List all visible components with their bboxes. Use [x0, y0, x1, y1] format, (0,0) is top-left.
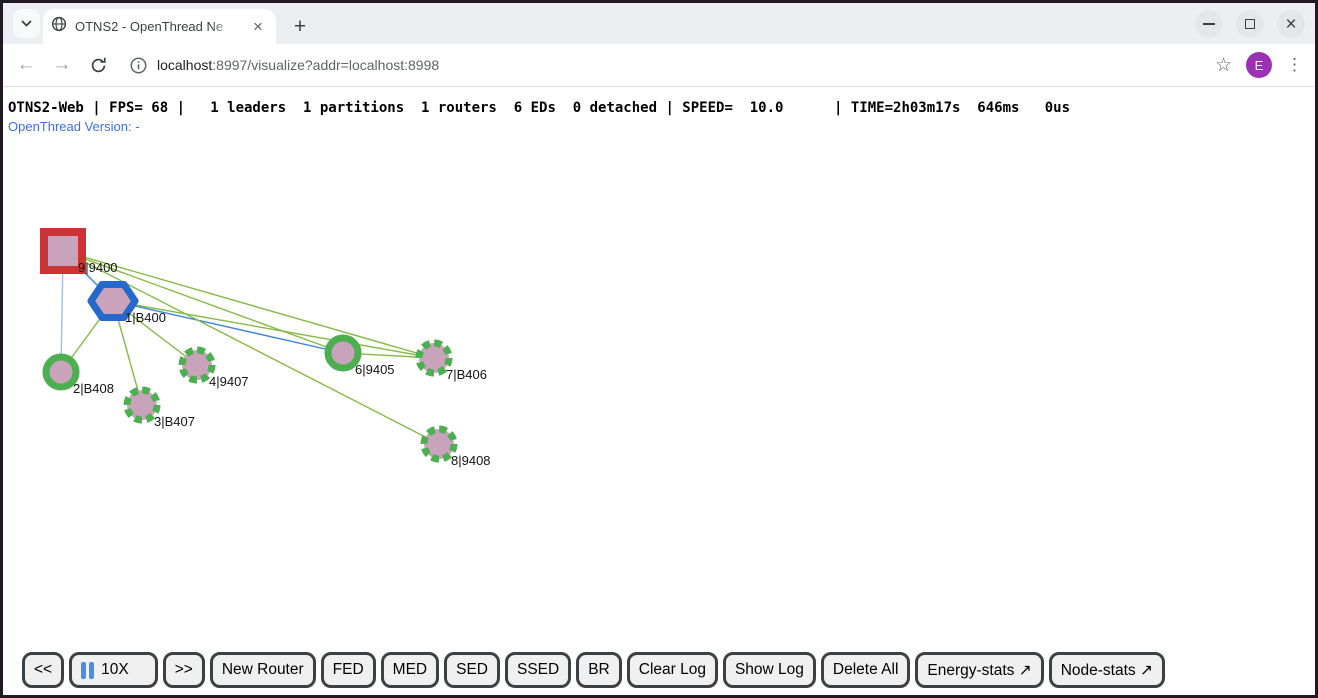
- toolbar-button-label: Clear Log: [639, 661, 706, 679]
- node-1[interactable]: [91, 285, 135, 318]
- toolbar-button-label: FED: [333, 661, 364, 679]
- url-text[interactable]: localhost:8997/visualize?addr=localhost:…: [157, 57, 439, 73]
- reload-icon: [89, 56, 108, 75]
- back-button[interactable]: ←: [9, 48, 43, 82]
- toolbar-button-step-forward[interactable]: >>: [163, 652, 205, 688]
- toolbar-button-label: Energy-stats ↗: [927, 661, 1031, 680]
- toolbar-button-show-log[interactable]: Show Log: [723, 652, 816, 688]
- toolbar-button-label: Node-stats ↗: [1061, 661, 1153, 680]
- close-icon: ×: [1285, 15, 1296, 34]
- url-path: :8997/visualize?addr=localhost:8998: [212, 57, 439, 73]
- toolbar-button-energy-stats[interactable]: Energy-stats ↗: [915, 652, 1043, 688]
- node-9[interactable]: [44, 232, 82, 270]
- page-info-icon[interactable]: [129, 56, 148, 75]
- forward-button[interactable]: →: [45, 48, 79, 82]
- toolbar-button-label: 10X: [101, 661, 129, 679]
- toolbar-button-delete-all[interactable]: Delete All: [821, 652, 910, 688]
- toolbar-button-label: >>: [175, 661, 193, 679]
- action-toolbar: << 10X >> New Router FED MED SED SSED BR Clear Lo…: [22, 652, 1165, 688]
- toolbar-button-new-router[interactable]: New Router: [210, 652, 316, 688]
- node-label-2: 2|B408: [73, 381, 114, 396]
- toolbar-button-br[interactable]: BR: [576, 652, 622, 688]
- node-label-6: 6|9405: [355, 362, 395, 377]
- new-tab-button[interactable]: +: [286, 13, 314, 41]
- tab-title: OTNS2 - OpenThread Ne: [75, 19, 235, 34]
- toolbar-button-label: SED: [456, 661, 488, 679]
- node-label-3: 3|B407: [154, 414, 195, 429]
- toolbar-button-label: BR: [588, 661, 610, 679]
- node-label-4: 4|9407: [209, 374, 249, 389]
- link-9-8: [63, 251, 439, 444]
- tab-search-button[interactable]: [13, 9, 40, 38]
- browser-tab[interactable]: OTNS2 - OpenThread Ne ×: [43, 9, 276, 44]
- simulation-status-line: OTNS2-Web | FPS= 68 | 1 leaders 1 partit…: [8, 100, 1070, 116]
- tab-strip: OTNS2 - OpenThread Ne × + ×: [3, 3, 1315, 44]
- url-host: localhost: [157, 57, 212, 73]
- browser-menu-icon[interactable]: ⋮: [1286, 55, 1303, 75]
- node-4[interactable]: [182, 350, 212, 380]
- toolbar-button-label: Show Log: [735, 661, 804, 679]
- address-bar[interactable]: localhost:8997/visualize?addr=localhost:…: [129, 56, 1215, 75]
- openthread-version-label: OpenThread Version: -: [8, 119, 140, 134]
- toolbar-button-node-stats[interactable]: Node-stats ↗: [1049, 652, 1165, 688]
- window-controls: ×: [1195, 10, 1305, 38]
- toolbar-button-sed[interactable]: SED: [444, 652, 500, 688]
- node-label-7: 7|B406: [446, 367, 487, 382]
- reload-button[interactable]: [81, 48, 115, 82]
- toolbar-button-med[interactable]: MED: [381, 652, 439, 688]
- profile-avatar[interactable]: E: [1246, 52, 1272, 78]
- link-1-6: [113, 301, 343, 353]
- toolbar-button-speed[interactable]: 10X: [69, 652, 158, 688]
- globe-favicon-icon: [51, 16, 67, 37]
- maximize-button[interactable]: [1236, 10, 1264, 38]
- network-canvas[interactable]: 9|94001|B4002|B4083|B4074|94076|94057|B4…: [3, 87, 1315, 695]
- pause-icon: [81, 662, 94, 679]
- tab-close-icon[interactable]: ×: [248, 17, 268, 37]
- browser-navbar: ← → localhost:8997/visualize?addr=localh…: [3, 44, 1315, 87]
- toolbar-button-clear-log[interactable]: Clear Log: [627, 652, 718, 688]
- node-label-8: 8|9408: [451, 453, 491, 468]
- minimize-icon: [1203, 23, 1215, 25]
- maximize-icon: [1245, 19, 1255, 29]
- node-3[interactable]: [127, 390, 157, 420]
- node-7[interactable]: [419, 343, 449, 373]
- toolbar-button-ssed[interactable]: SSED: [505, 652, 571, 688]
- close-button[interactable]: ×: [1277, 10, 1305, 38]
- bookmark-star-icon[interactable]: ☆: [1215, 54, 1232, 77]
- toolbar-button-label: <<: [34, 661, 52, 679]
- toolbar-button-step-back[interactable]: <<: [22, 652, 64, 688]
- toolbar-button-label: New Router: [222, 661, 304, 679]
- toolbar-button-label: MED: [393, 661, 427, 679]
- node-8[interactable]: [424, 429, 454, 459]
- toolbar-button-label: SSED: [517, 661, 559, 679]
- toolbar-button-label: Delete All: [833, 661, 898, 679]
- toolbar-button-fed[interactable]: FED: [321, 652, 376, 688]
- page-content: OTNS2-Web | FPS= 68 | 1 leaders 1 partit…: [3, 87, 1315, 695]
- node-6[interactable]: [328, 338, 358, 368]
- chevron-down-icon: [20, 15, 33, 33]
- link-1-7: [113, 301, 434, 358]
- node-2[interactable]: [46, 357, 76, 387]
- minimize-button[interactable]: [1195, 10, 1223, 38]
